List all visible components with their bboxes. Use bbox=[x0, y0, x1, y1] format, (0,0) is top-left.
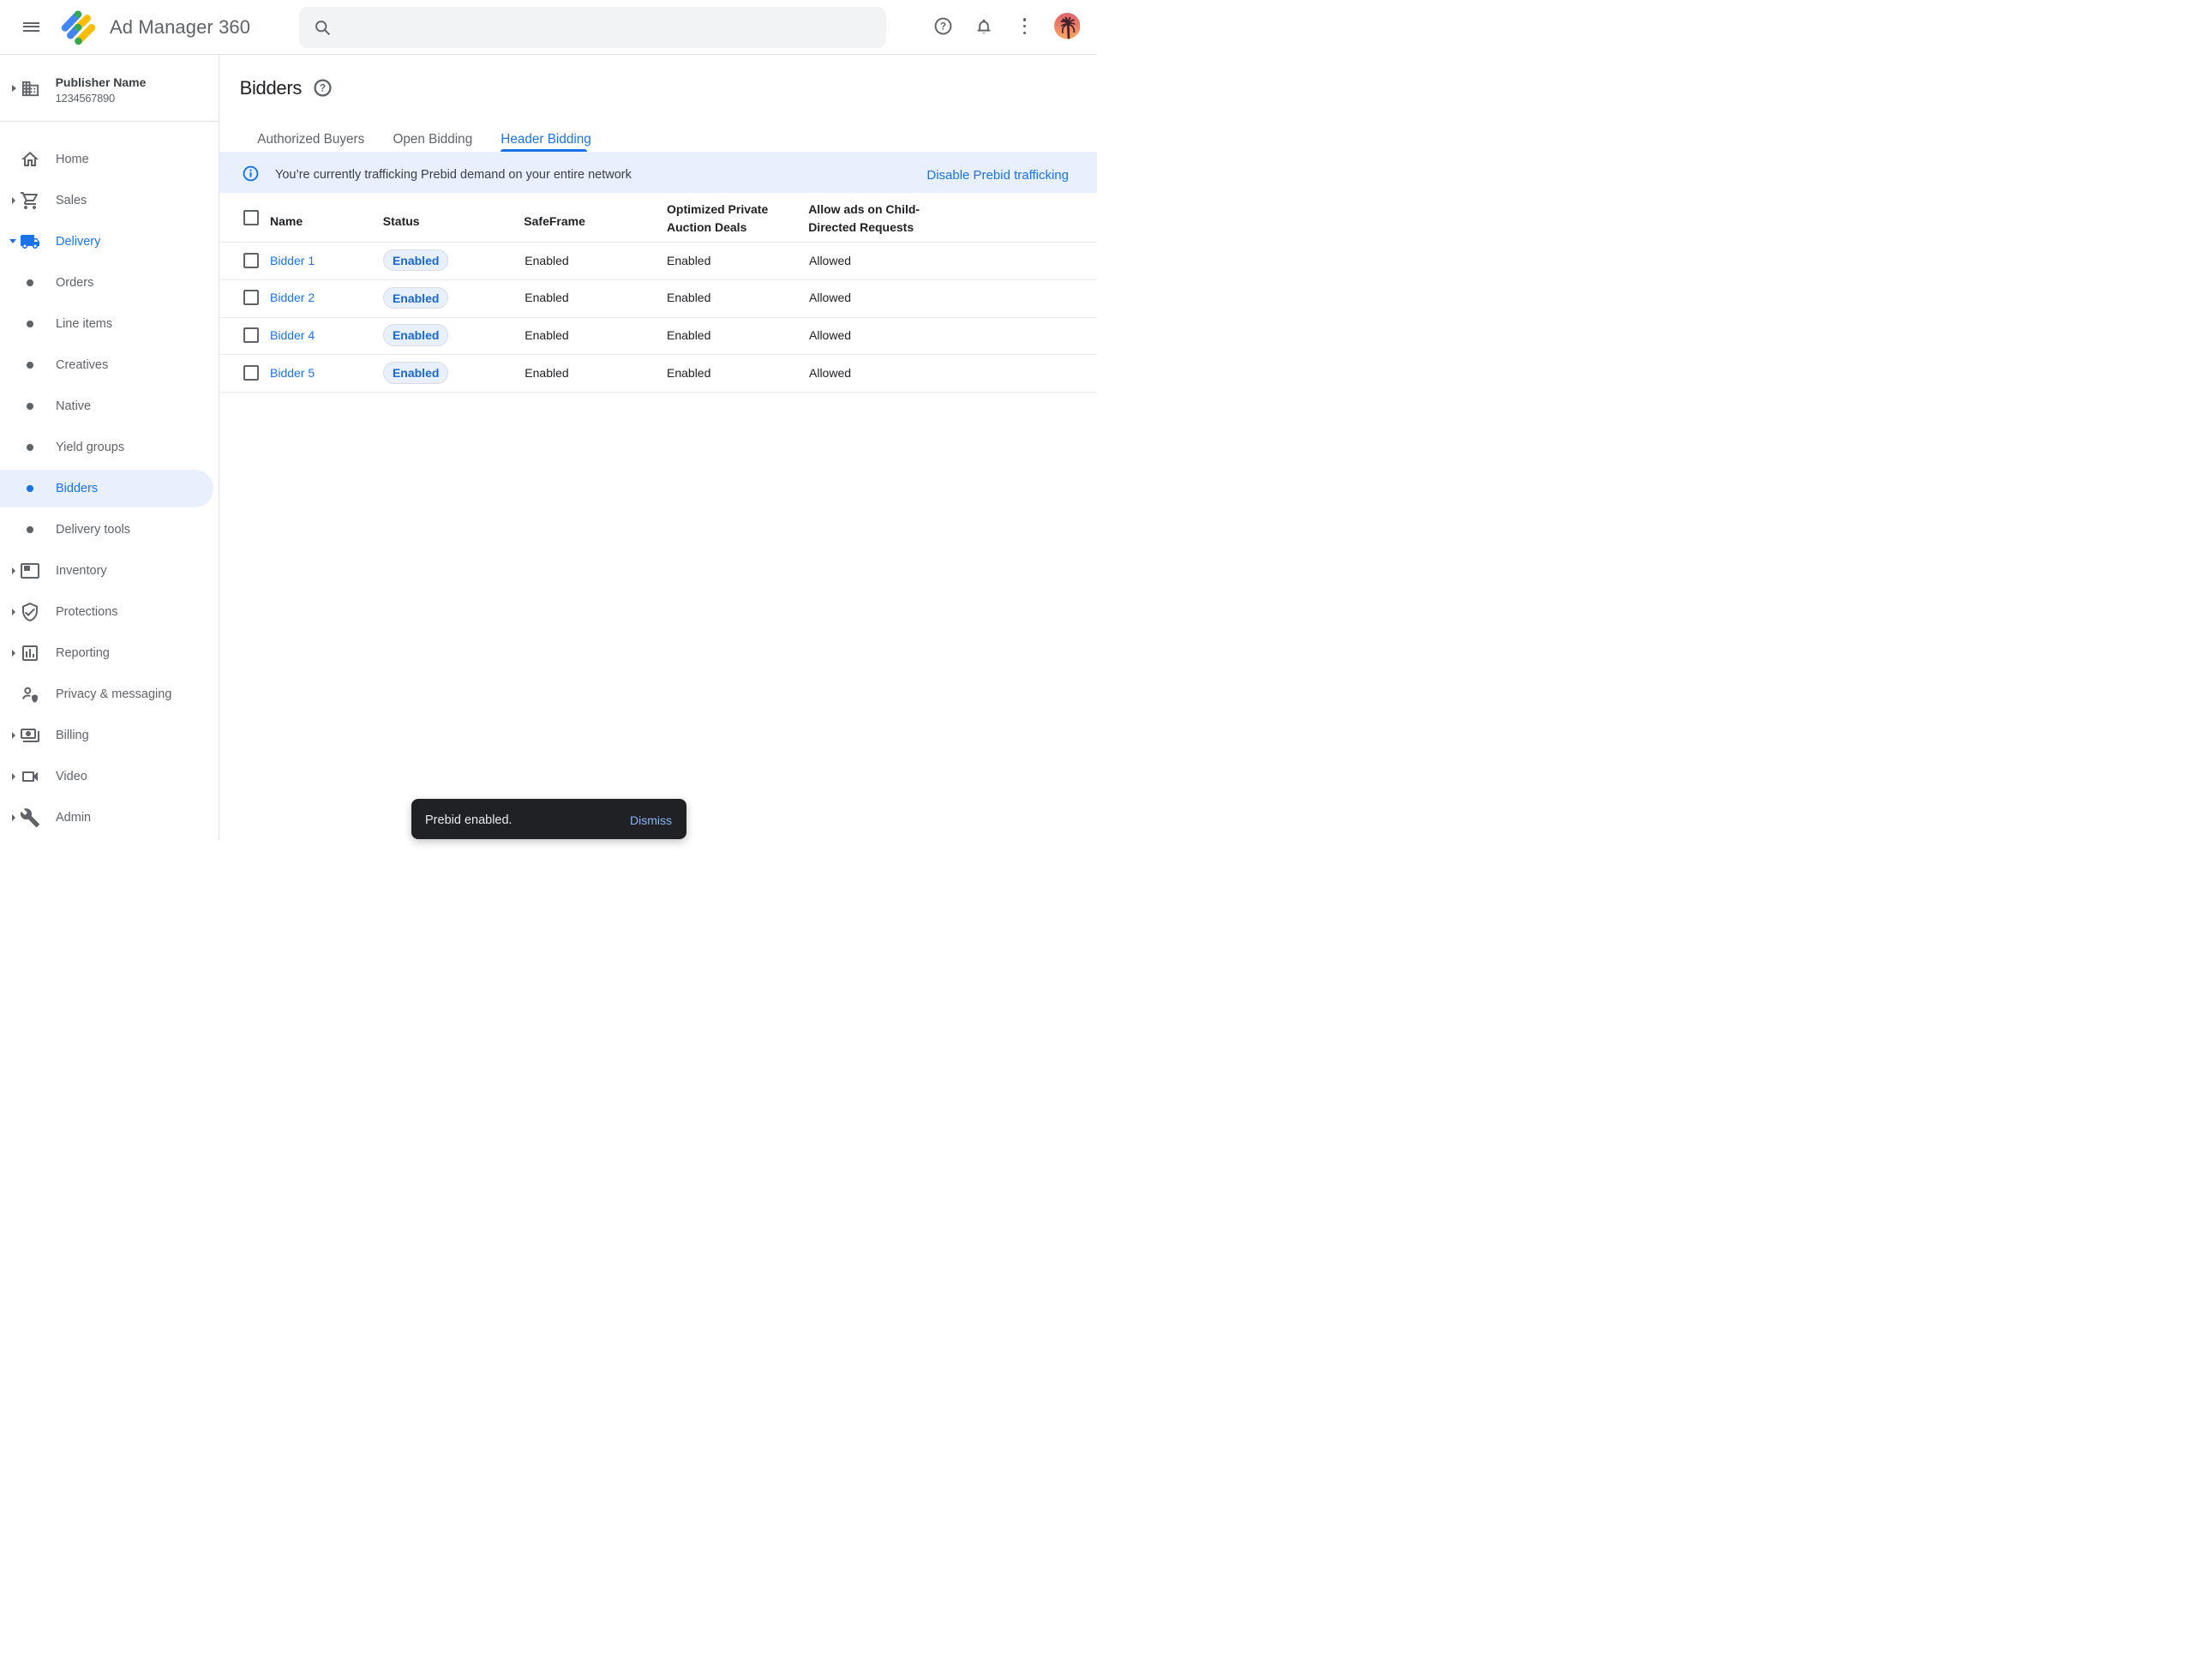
svg-text:?: ? bbox=[939, 20, 945, 32]
svg-text:?: ? bbox=[320, 81, 326, 93]
